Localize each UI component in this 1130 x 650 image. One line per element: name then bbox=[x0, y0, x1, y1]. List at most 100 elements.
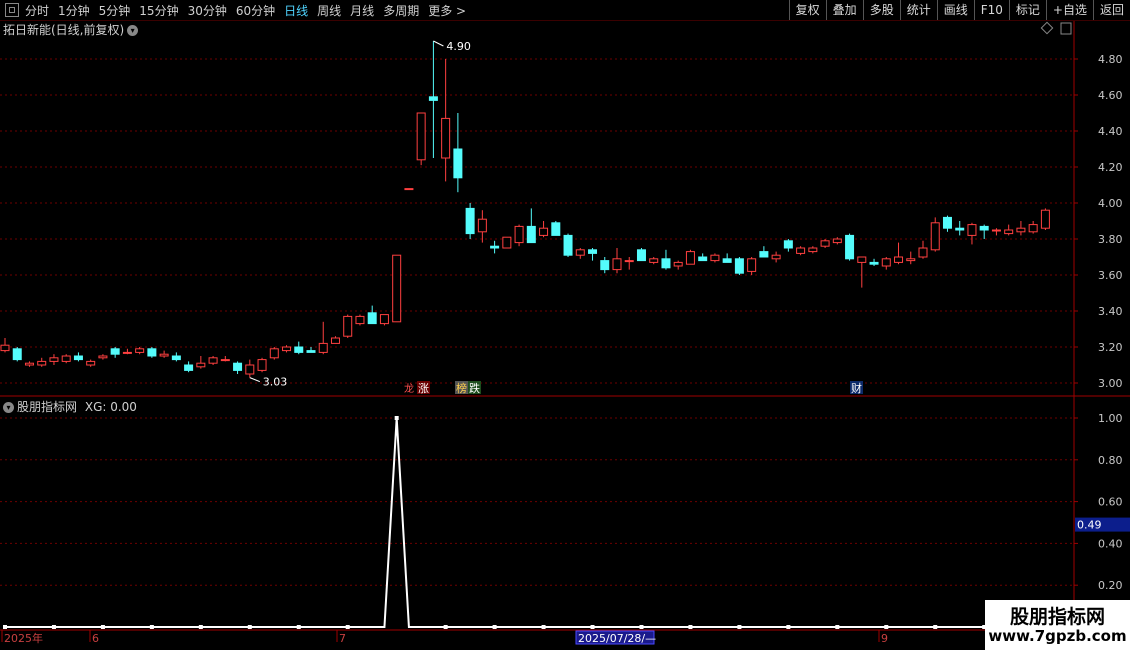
candle-body bbox=[526, 225, 536, 244]
candle bbox=[12, 347, 22, 362]
xg-point bbox=[51, 625, 56, 629]
candle-body bbox=[1028, 224, 1038, 233]
candle-body bbox=[563, 234, 573, 256]
candle-body bbox=[233, 362, 243, 371]
candle-body bbox=[12, 348, 22, 361]
candle-body bbox=[649, 258, 659, 263]
candle-body bbox=[869, 261, 879, 265]
candle-body bbox=[86, 360, 96, 366]
candle-body bbox=[661, 258, 671, 269]
indicator-name: 股朋指标网 bbox=[17, 400, 78, 414]
candle bbox=[649, 257, 659, 265]
candle bbox=[0, 338, 10, 353]
candle bbox=[441, 59, 451, 182]
indicator-value: XG: 0.00 bbox=[84, 400, 137, 414]
candle-body bbox=[416, 112, 426, 161]
candle-body bbox=[942, 216, 952, 229]
candle-body bbox=[159, 353, 169, 357]
candle-body bbox=[465, 207, 475, 235]
chevron-down-icon[interactable]: ▾ bbox=[127, 25, 139, 36]
xg-point bbox=[737, 625, 742, 629]
candle bbox=[98, 354, 108, 360]
candle bbox=[710, 253, 720, 263]
watermark-logo: 股朋指标网 www.7gpzb.com bbox=[985, 600, 1130, 650]
candle bbox=[526, 208, 536, 244]
candle bbox=[37, 357, 47, 367]
candle bbox=[330, 336, 340, 344]
candle bbox=[588, 248, 598, 261]
candle bbox=[184, 361, 194, 373]
candle-body bbox=[379, 314, 389, 325]
candle-body bbox=[441, 117, 451, 159]
ind-tick-label: 0.80 bbox=[1098, 454, 1123, 467]
dragon-tag: 龙 bbox=[404, 382, 414, 395]
candle bbox=[979, 224, 989, 239]
y-tick-label: 4.80 bbox=[1098, 53, 1123, 66]
candle bbox=[404, 188, 414, 191]
candle-body bbox=[967, 224, 977, 236]
candle bbox=[294, 341, 304, 355]
candle-body bbox=[1040, 209, 1050, 229]
candle bbox=[869, 258, 879, 266]
y-tick-label: 4.60 bbox=[1098, 89, 1123, 102]
chevron-down-icon[interactable]: ▾ bbox=[3, 402, 14, 413]
xg-point bbox=[3, 625, 7, 629]
y-tick-label: 4.40 bbox=[1098, 125, 1123, 138]
y-tick-label: 4.00 bbox=[1098, 197, 1123, 210]
candle bbox=[73, 352, 83, 362]
xg-point bbox=[541, 625, 546, 629]
low-price-label: 3.03 bbox=[263, 376, 288, 389]
panel-toggle-icon bbox=[1060, 22, 1072, 35]
candle bbox=[661, 249, 671, 270]
candle bbox=[1016, 221, 1026, 236]
candle-body bbox=[600, 260, 610, 271]
candle-body bbox=[796, 247, 806, 254]
candle-body bbox=[539, 227, 549, 236]
candle-body bbox=[575, 249, 585, 256]
candle bbox=[110, 347, 120, 358]
ind-tick-label: 0.60 bbox=[1098, 496, 1123, 509]
candle-body bbox=[514, 225, 524, 244]
candle-body bbox=[612, 258, 622, 271]
xg-point bbox=[590, 625, 595, 629]
candle bbox=[783, 239, 793, 252]
candle-body bbox=[171, 355, 181, 361]
candle bbox=[245, 359, 255, 378]
candle-body bbox=[282, 346, 292, 352]
kline-chart[interactable]: 4.80 4.60 4.40 4.20 4.00 3.80 3.60 3.40 3.20 3.00… bbox=[0, 0, 1130, 650]
candle-body bbox=[73, 355, 83, 361]
xg-point bbox=[835, 625, 840, 629]
candle bbox=[906, 251, 916, 265]
candle bbox=[379, 314, 389, 326]
candle bbox=[685, 249, 695, 265]
candle-body bbox=[330, 337, 340, 344]
candle-body bbox=[392, 254, 402, 323]
candle-body bbox=[343, 315, 353, 337]
candle bbox=[918, 240, 928, 259]
candle-body bbox=[220, 359, 230, 362]
candle-body bbox=[1004, 229, 1014, 235]
candle-body bbox=[832, 238, 842, 244]
candle bbox=[477, 210, 487, 243]
candle-body bbox=[722, 258, 732, 263]
candle-body bbox=[1016, 227, 1026, 233]
candle-body bbox=[245, 364, 255, 375]
candle-body bbox=[918, 247, 928, 258]
xg-series-line bbox=[5, 417, 1046, 628]
event-badge-rise: 涨 bbox=[418, 382, 429, 395]
candle bbox=[747, 257, 757, 275]
candle bbox=[392, 254, 402, 323]
candle-body bbox=[490, 245, 500, 249]
candle-body bbox=[257, 359, 267, 371]
candle-body bbox=[306, 350, 316, 353]
candle bbox=[771, 251, 781, 263]
candle-body bbox=[588, 249, 598, 254]
y-tick-label: 3.00 bbox=[1098, 377, 1123, 390]
candle bbox=[159, 350, 169, 358]
candle-body bbox=[894, 256, 904, 263]
candle-body bbox=[147, 348, 157, 357]
candle-body bbox=[759, 251, 769, 258]
candle bbox=[122, 348, 132, 355]
candle-body bbox=[110, 348, 120, 355]
ind-tick-label: 1.00 bbox=[1098, 412, 1123, 425]
